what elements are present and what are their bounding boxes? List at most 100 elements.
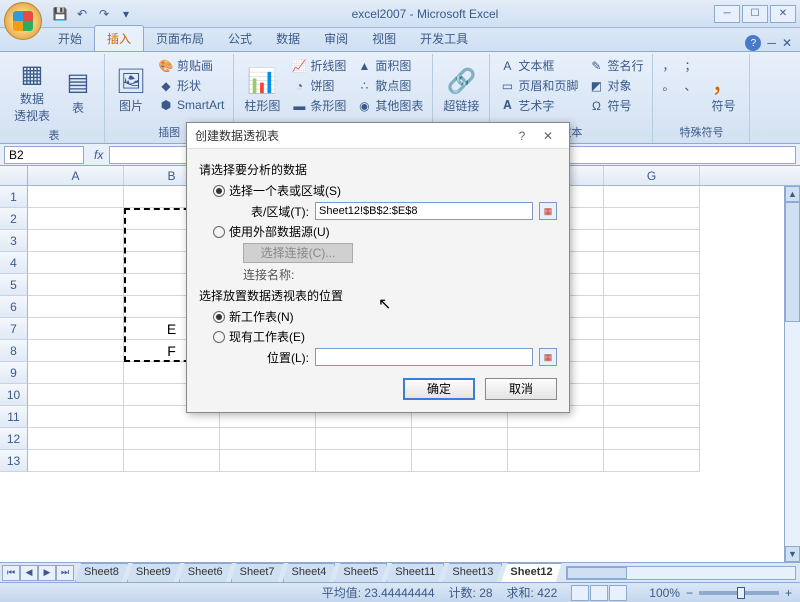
close-button[interactable]: ✕	[770, 5, 796, 23]
fx-icon[interactable]: fx	[88, 148, 109, 162]
sheet-tab[interactable]: Sheet11	[386, 563, 444, 582]
tab-insert[interactable]: 插入	[94, 25, 144, 51]
cell[interactable]	[604, 186, 700, 208]
row-header[interactable]: 5	[0, 274, 28, 296]
collapse-dialog-icon[interactable]: ▦	[539, 348, 557, 366]
cell[interactable]	[604, 384, 700, 406]
cell[interactable]	[124, 428, 220, 450]
cell[interactable]	[604, 362, 700, 384]
smartart-button[interactable]: ⬢SmartArt	[155, 96, 227, 114]
sheet-tab[interactable]: Sheet4	[283, 563, 336, 582]
pie-chart-button[interactable]: ◔饼图	[288, 76, 349, 95]
pivot-table-button[interactable]: ▦数据 透视表	[10, 56, 54, 126]
cell[interactable]	[28, 384, 124, 406]
location-input[interactable]	[315, 348, 533, 366]
cell[interactable]	[412, 450, 508, 472]
ribbon-minimize-icon[interactable]: ─	[767, 36, 776, 50]
cell[interactable]	[604, 318, 700, 340]
cell[interactable]	[124, 450, 220, 472]
dialog-close-icon[interactable]: ✕	[535, 129, 561, 143]
cell[interactable]	[28, 406, 124, 428]
tab-review[interactable]: 审阅	[312, 26, 360, 51]
zoom-thumb[interactable]	[737, 587, 745, 599]
select-all-corner[interactable]	[0, 166, 28, 185]
name-box[interactable]	[4, 146, 84, 164]
signature-button[interactable]: ✎签名行	[585, 56, 646, 75]
cell[interactable]	[220, 450, 316, 472]
tab-formulas[interactable]: 公式	[216, 26, 264, 51]
cell[interactable]	[604, 428, 700, 450]
sheet-tab[interactable]: Sheet9	[127, 563, 180, 582]
cell[interactable]	[28, 340, 124, 362]
row-header[interactable]: 11	[0, 406, 28, 428]
tab-view[interactable]: 视图	[360, 26, 408, 51]
wordart-button[interactable]: 𝐀艺术字	[496, 96, 581, 115]
symbol-dun-button[interactable]: 、	[681, 76, 699, 95]
cell[interactable]	[28, 296, 124, 318]
collapse-dialog-icon[interactable]: ▦	[539, 202, 557, 220]
radio-existing-sheet[interactable]: 现有工作表(E)	[213, 328, 557, 345]
minimize-button[interactable]: ─	[714, 5, 740, 23]
tab-data[interactable]: 数据	[264, 26, 312, 51]
object-button[interactable]: ◩对象	[585, 76, 646, 95]
cell[interactable]	[508, 450, 604, 472]
scroll-thumb[interactable]	[567, 567, 627, 579]
cell[interactable]	[28, 362, 124, 384]
row-header[interactable]: 8	[0, 340, 28, 362]
header-footer-button[interactable]: ▭页眉和页脚	[496, 76, 581, 95]
zoom-in-icon[interactable]: +	[785, 586, 792, 600]
ok-button[interactable]: 确定	[403, 378, 475, 400]
row-header[interactable]: 1	[0, 186, 28, 208]
zoom-out-icon[interactable]: −	[686, 586, 693, 600]
workbook-close-icon[interactable]: ✕	[782, 36, 792, 50]
zoom-value[interactable]: 100%	[649, 586, 680, 600]
symbol-period-button[interactable]: 。	[659, 76, 677, 95]
area-chart-button[interactable]: ▲面积图	[353, 56, 426, 75]
tab-developer[interactable]: 开发工具	[408, 26, 480, 51]
symbol-button[interactable]: Ω符号	[585, 96, 646, 115]
range-input[interactable]	[315, 202, 533, 220]
scroll-thumb[interactable]	[785, 202, 800, 322]
row-header[interactable]: 2	[0, 208, 28, 230]
cell[interactable]	[412, 428, 508, 450]
symbol-comma-button[interactable]: ，	[659, 56, 677, 75]
row-header[interactable]: 4	[0, 252, 28, 274]
scroll-up-icon[interactable]: ▲	[785, 186, 800, 202]
redo-icon[interactable]: ↷	[94, 4, 114, 24]
cell[interactable]	[604, 230, 700, 252]
cell[interactable]	[28, 428, 124, 450]
cell[interactable]	[604, 252, 700, 274]
radio-new-sheet[interactable]: 新工作表(N)	[213, 308, 557, 325]
cell[interactable]	[28, 230, 124, 252]
row-header[interactable]: 3	[0, 230, 28, 252]
save-icon[interactable]: 💾	[50, 4, 70, 24]
cell[interactable]	[28, 274, 124, 296]
cell[interactable]	[220, 428, 316, 450]
hyperlink-button[interactable]: 🔗超链接	[439, 56, 483, 123]
office-button[interactable]	[4, 2, 42, 40]
zoom-slider[interactable]	[699, 591, 779, 595]
row-header[interactable]: 13	[0, 450, 28, 472]
tab-page-layout[interactable]: 页面布局	[144, 26, 216, 51]
row-header[interactable]: 12	[0, 428, 28, 450]
next-sheet-icon[interactable]: ▶	[38, 565, 56, 581]
help-icon[interactable]: ?	[745, 35, 761, 51]
sheet-tab[interactable]: Sheet5	[334, 563, 387, 582]
cell[interactable]	[604, 340, 700, 362]
page-layout-view-icon[interactable]	[590, 585, 608, 601]
cell[interactable]	[28, 318, 124, 340]
prev-sheet-icon[interactable]: ◀	[20, 565, 38, 581]
scatter-chart-button[interactable]: ∴散点图	[353, 76, 426, 95]
dialog-titlebar[interactable]: 创建数据透视表 ? ✕	[187, 123, 569, 149]
row-header[interactable]: 10	[0, 384, 28, 406]
undo-icon[interactable]: ↶	[72, 4, 92, 24]
sheet-tab[interactable]: Sheet13	[443, 563, 502, 582]
tab-home[interactable]: 开始	[46, 26, 94, 51]
cell[interactable]	[28, 208, 124, 230]
vertical-scrollbar[interactable]: ▲ ▼	[784, 186, 800, 562]
row-header[interactable]: 6	[0, 296, 28, 318]
col-header[interactable]: A	[28, 166, 124, 185]
row-header[interactable]: 7	[0, 318, 28, 340]
maximize-button[interactable]: ☐	[742, 5, 768, 23]
cell[interactable]	[604, 274, 700, 296]
